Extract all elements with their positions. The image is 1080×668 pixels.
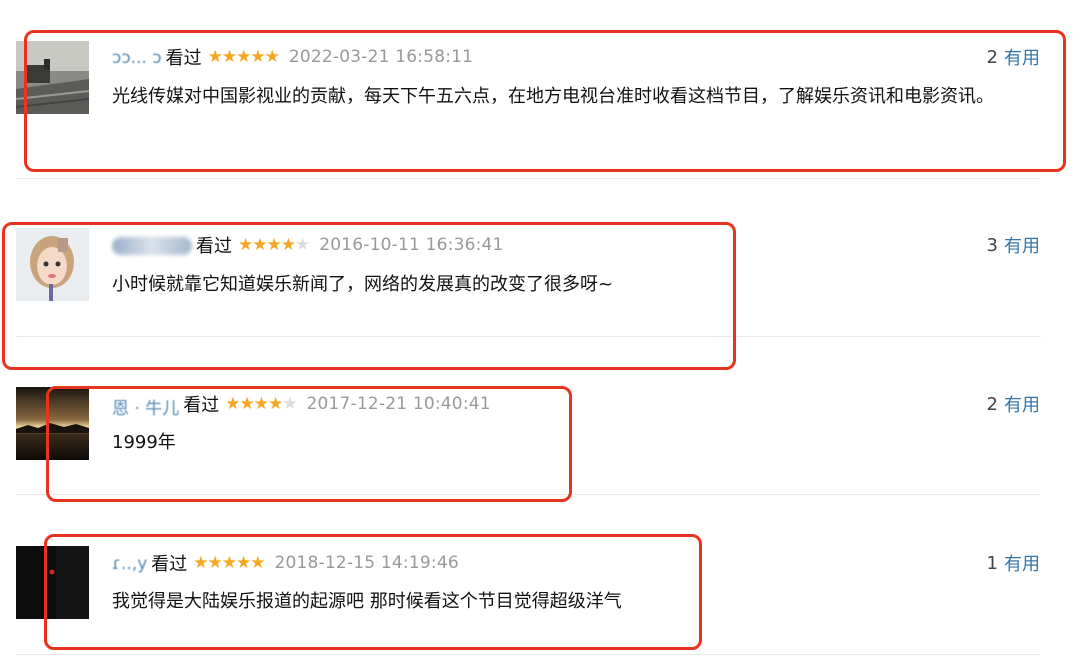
star-on: ★★★★ (238, 235, 296, 255)
watched-label: 看过 (196, 236, 232, 257)
username[interactable]: ɔɔ... ɔ (112, 47, 162, 68)
star-off: ★ (282, 394, 297, 414)
review-time: 2016-10-11 16:36:41 (319, 235, 504, 255)
votes: 2 有用 (986, 44, 1040, 70)
review-meta: 恩 · 牛儿 看过 ★★★★★ 2017-12-21 10:40:41 (112, 392, 491, 419)
review-time: 2022-03-21 16:58:11 (288, 47, 474, 67)
useful-button[interactable]: 有用 (1004, 232, 1040, 258)
review-comment: 1999年 (112, 432, 176, 453)
review-comment: 我觉得是大陆娱乐报道的起源吧 那时候看这个节目觉得超级洋气 (112, 591, 622, 612)
avatar[interactable] (16, 228, 89, 301)
divider (16, 178, 1041, 179)
votes-count: 1 (986, 552, 998, 574)
star-off: ★ (294, 235, 310, 255)
rating-stars: ★★★★★ (225, 394, 297, 414)
rating-stars: ★★★★★ (238, 235, 310, 255)
review-meta: ɔɔ... ɔ 看过 ★★★★★ 2022-03-21 16:58:11 (112, 45, 473, 69)
rating-stars: ★★★★★ (207, 47, 280, 67)
useful-button[interactable]: 有用 (1004, 44, 1040, 70)
avatar[interactable] (16, 387, 89, 460)
votes-count: 2 (986, 393, 998, 415)
username[interactable]: 恩 · 牛儿 (112, 394, 179, 419)
divider (16, 336, 1041, 337)
avatar[interactable] (16, 41, 89, 114)
votes-count: 3 (986, 234, 998, 256)
review-meta: 看过 ★★★★★ 2016-10-11 16:36:41 (112, 233, 504, 257)
avatar[interactable] (16, 546, 89, 619)
star-on: ★★★★ (225, 394, 283, 414)
useful-button[interactable]: 有用 (1004, 550, 1040, 576)
votes-count: 2 (986, 46, 998, 68)
watched-label: 看过 (183, 395, 220, 416)
review-comment: 小时候就靠它知道娱乐新闻了，网络的发展真的改变了很多呀~ (112, 274, 614, 295)
votes: 1 有用 (986, 550, 1040, 576)
votes: 2 有用 (986, 391, 1040, 417)
review-time: 2018-12-15 14:19:46 (274, 553, 459, 573)
username[interactable] (112, 235, 192, 255)
watched-label: 看过 (165, 48, 202, 69)
watched-label: 看过 (151, 554, 188, 575)
useful-button[interactable]: 有用 (1004, 391, 1040, 417)
review-meta: ɾ..,y 看过 ★★★★★ 2018-12-15 14:19:46 (112, 551, 459, 575)
username[interactable]: ɾ..,y (112, 553, 147, 574)
divider (16, 494, 1041, 495)
votes: 3 有用 (986, 232, 1040, 258)
divider (16, 654, 1041, 655)
review-comment: 光线传媒对中国影视业的贡献，每天下午五六点，在地方电视台准时收看这档节目，了解娱… (112, 86, 994, 107)
rating-stars: ★★★★★ (193, 553, 265, 573)
review-time: 2017-12-21 10:40:41 (306, 394, 491, 414)
